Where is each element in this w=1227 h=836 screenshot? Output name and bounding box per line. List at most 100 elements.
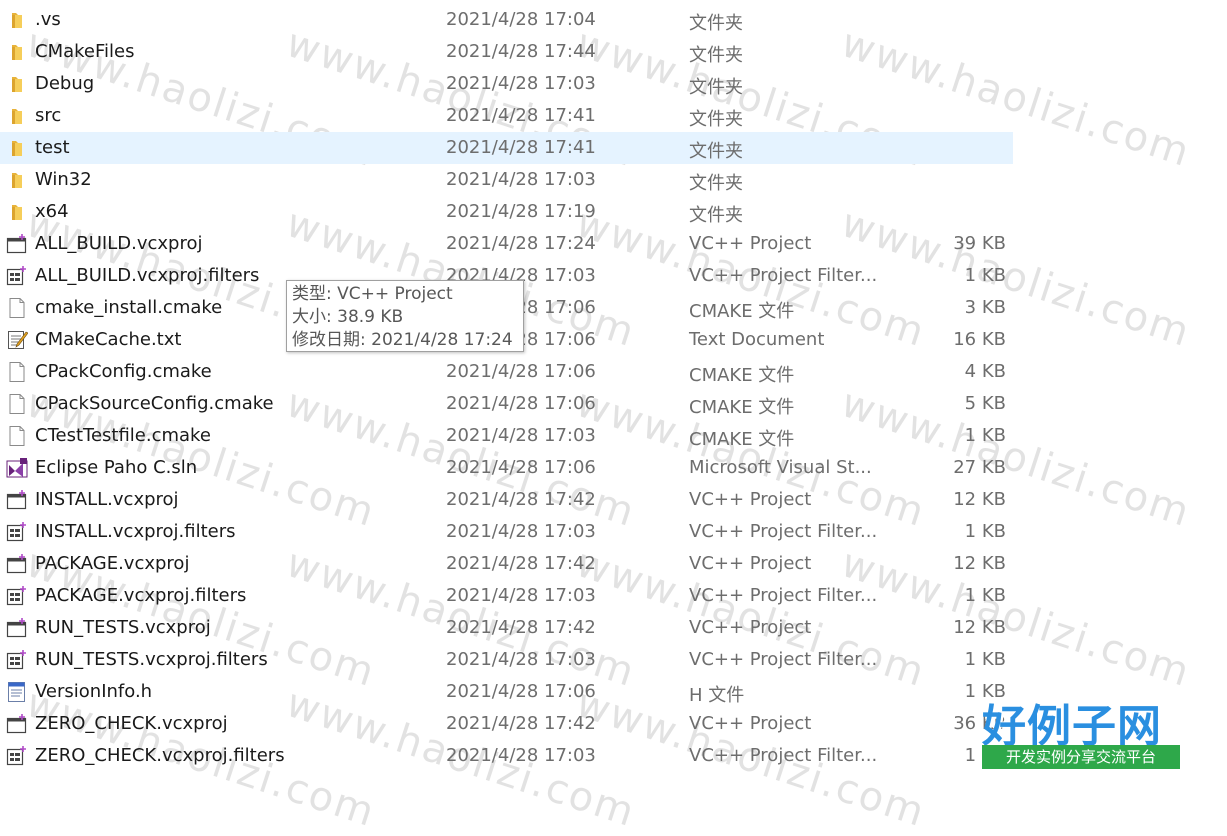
file-name: test [35, 137, 70, 158]
logo-subtitle: 开发实例分享交流平台 [982, 745, 1180, 769]
file-row[interactable]: ALL_BUILD.vcxproj 2021/4/28 17:24 VC++ Pro… [0, 228, 1013, 260]
file-name: INSTALL.vcxproj.filters [35, 521, 236, 542]
file-date-modified: 2021/4/28 17:44 [446, 41, 596, 62]
tooltip-date: 修改日期: 2021/4/28 17:24 [292, 330, 513, 350]
folder-icon [6, 74, 28, 94]
folder-icon [6, 106, 28, 126]
file-type: 文件夹 [689, 141, 743, 162]
file-date-modified: 2021/4/28 17:03 [446, 425, 596, 446]
file-date-modified: 2021/4/28 17:42 [446, 713, 596, 734]
file-size: 39 KB [953, 233, 1006, 254]
file-size: 1 KB [964, 649, 1006, 670]
file-date-modified: 2021/4/28 17:06 [446, 361, 596, 382]
file-type: VC++ Project Filter... [689, 745, 878, 766]
file-size: 5 KB [964, 393, 1006, 414]
file-type: CMAKE 文件 [689, 429, 795, 450]
file-type: Microsoft Visual St... [689, 457, 872, 478]
file-row[interactable]: PACKAGE.vcxproj 2021/4/28 17:42 VC++ Proje… [0, 548, 1013, 580]
file-name: ZERO_CHECK.vcxproj [35, 713, 228, 734]
file-row[interactable]: .vs 2021/4/28 17:04 文件夹 [0, 4, 1013, 36]
file-date-modified: 2021/4/28 17:03 [446, 745, 596, 766]
file-row[interactable]: ZERO_CHECK.vcxproj.filters 2021/4/28 17:0… [0, 740, 1013, 772]
file-icon [6, 298, 28, 318]
file-size: 16 KB [953, 329, 1006, 350]
file-row[interactable]: CMakeFiles 2021/4/28 17:44 文件夹 [0, 36, 1013, 68]
file-name: ALL_BUILD.vcxproj.filters [35, 265, 260, 286]
tooltip-type: 类型: VC++ Project [292, 284, 453, 304]
file-type: CMAKE 文件 [689, 301, 795, 322]
file-name: Eclipse Paho C.sln [35, 457, 198, 478]
file-date-modified: 2021/4/28 17:42 [446, 617, 596, 638]
file-row[interactable]: Win32 2021/4/28 17:03 文件夹 [0, 164, 1013, 196]
file-type: H 文件 [689, 685, 745, 706]
folder-icon [6, 202, 28, 222]
filters-icon [6, 746, 28, 766]
folder-icon [6, 42, 28, 62]
folder-icon [6, 138, 28, 158]
text-document-icon [6, 330, 29, 350]
file-row[interactable]: CPackConfig.cmake 2021/4/28 17:06 CMAKE 文件… [0, 356, 1013, 388]
file-size: 12 KB [953, 489, 1006, 510]
file-name: INSTALL.vcxproj [35, 489, 179, 510]
file-name: ALL_BUILD.vcxproj [35, 233, 203, 254]
file-row[interactable]: src 2021/4/28 17:41 文件夹 [0, 100, 1013, 132]
file-date-modified: 2021/4/28 17:24 [446, 233, 596, 254]
file-row[interactable]: INSTALL.vcxproj.filters 2021/4/28 17:03 VC… [0, 516, 1013, 548]
header-file-icon [6, 682, 28, 702]
file-date-modified: 2021/4/28 17:41 [446, 137, 596, 158]
file-size: 12 KB [953, 617, 1006, 638]
file-type: Text Document [689, 329, 825, 350]
filters-icon [6, 266, 28, 286]
file-row[interactable]: CTestTestfile.cmake 2021/4/28 17:03 CMAKE … [0, 420, 1013, 452]
file-row[interactable]: RUN_TESTS.vcxproj.filters 2021/4/28 17:03… [0, 644, 1013, 676]
file-type: VC++ Project [689, 617, 812, 638]
file-type: 文件夹 [689, 77, 743, 98]
file-type: CMAKE 文件 [689, 397, 795, 418]
file-type: 文件夹 [689, 13, 743, 34]
file-row[interactable]: Eclipse Paho C.sln 2021/4/28 17:06 Microso… [0, 452, 1013, 484]
file-row[interactable]: RUN_TESTS.vcxproj 2021/4/28 17:42 VC++ Pro… [0, 612, 1013, 644]
file-icon [6, 362, 28, 382]
file-name: CTestTestfile.cmake [35, 425, 211, 446]
folder-icon [6, 170, 28, 190]
file-info-tooltip: 类型: VC++ Project 大小: 38.9 KB 修改日期: 2021/… [286, 280, 524, 352]
file-name: PACKAGE.vcxproj.filters [35, 585, 247, 606]
vcxproj-icon [6, 234, 28, 254]
file-type: VC++ Project Filter... [689, 649, 878, 670]
file-name: CPackSourceConfig.cmake [35, 393, 274, 414]
file-row[interactable]: CPackSourceConfig.cmake 2021/4/28 17:06 CM… [0, 388, 1013, 420]
file-name: VersionInfo.h [35, 681, 153, 702]
vcxproj-icon [6, 554, 28, 574]
file-name: src [35, 105, 62, 126]
vcxproj-icon [6, 714, 28, 734]
tooltip-size: 大小: 38.9 KB [292, 307, 404, 327]
file-row[interactable]: Debug 2021/4/28 17:03 文件夹 [0, 68, 1013, 100]
file-name: Win32 [35, 169, 92, 190]
file-date-modified: 2021/4/28 17:41 [446, 105, 596, 126]
file-row[interactable]: test 2021/4/28 17:41 文件夹 [0, 132, 1013, 164]
file-date-modified: 2021/4/28 17:03 [446, 649, 596, 670]
file-size: 1 KB [964, 265, 1006, 286]
file-name: Debug [35, 73, 95, 94]
file-type: VC++ Project [689, 713, 812, 734]
folder-icon [6, 10, 28, 30]
file-size: 4 KB [964, 361, 1006, 382]
filters-icon [6, 586, 28, 606]
file-row[interactable]: INSTALL.vcxproj 2021/4/28 17:42 VC++ Proje… [0, 484, 1013, 516]
vcxproj-icon [6, 618, 28, 638]
file-date-modified: 2021/4/28 17:06 [446, 681, 596, 702]
file-name: RUN_TESTS.vcxproj.filters [35, 649, 268, 670]
file-row[interactable]: PACKAGE.vcxproj.filters 2021/4/28 17:03 VC… [0, 580, 1013, 612]
file-name: RUN_TESTS.vcxproj [35, 617, 211, 638]
file-row[interactable]: x64 2021/4/28 17:19 文件夹 [0, 196, 1013, 228]
file-type: VC++ Project [689, 553, 812, 574]
file-row[interactable]: VersionInfo.h 2021/4/28 17:06 H 文件 1 KB [0, 676, 1013, 708]
file-type: VC++ Project Filter... [689, 521, 878, 542]
file-name: .vs [35, 9, 61, 30]
file-list: .vs 2021/4/28 17:04 文件夹 CMakeFiles 2021/4/28… [0, 4, 1227, 772]
file-type: VC++ Project Filter... [689, 585, 878, 606]
file-row[interactable]: ZERO_CHECK.vcxproj 2021/4/28 17:42 VC++ Pr… [0, 708, 1013, 740]
file-date-modified: 2021/4/28 17:19 [446, 201, 596, 222]
file-size: 3 KB [964, 297, 1006, 318]
file-date-modified: 2021/4/28 17:03 [446, 169, 596, 190]
